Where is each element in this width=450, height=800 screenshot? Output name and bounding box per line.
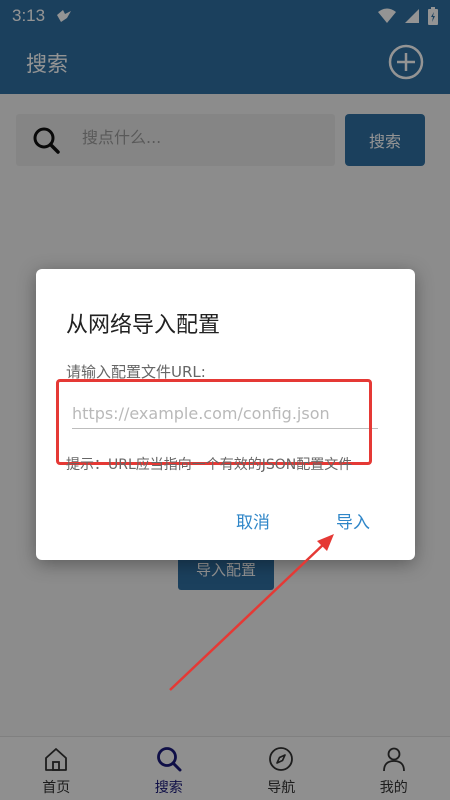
dialog-hint: 提示：URL应当指向一个有效的JSON配置文件: [66, 457, 353, 473]
cancel-button[interactable]: 取消: [236, 508, 270, 533]
import-dialog: 从网络导入配置 请输入配置文件URL: 提示：URL应当指向一个有效的JSON配…: [36, 269, 415, 560]
import-button[interactable]: 导入: [336, 508, 370, 533]
dialog-title: 从网络导入配置: [66, 313, 221, 338]
highlight-box: [56, 379, 372, 465]
